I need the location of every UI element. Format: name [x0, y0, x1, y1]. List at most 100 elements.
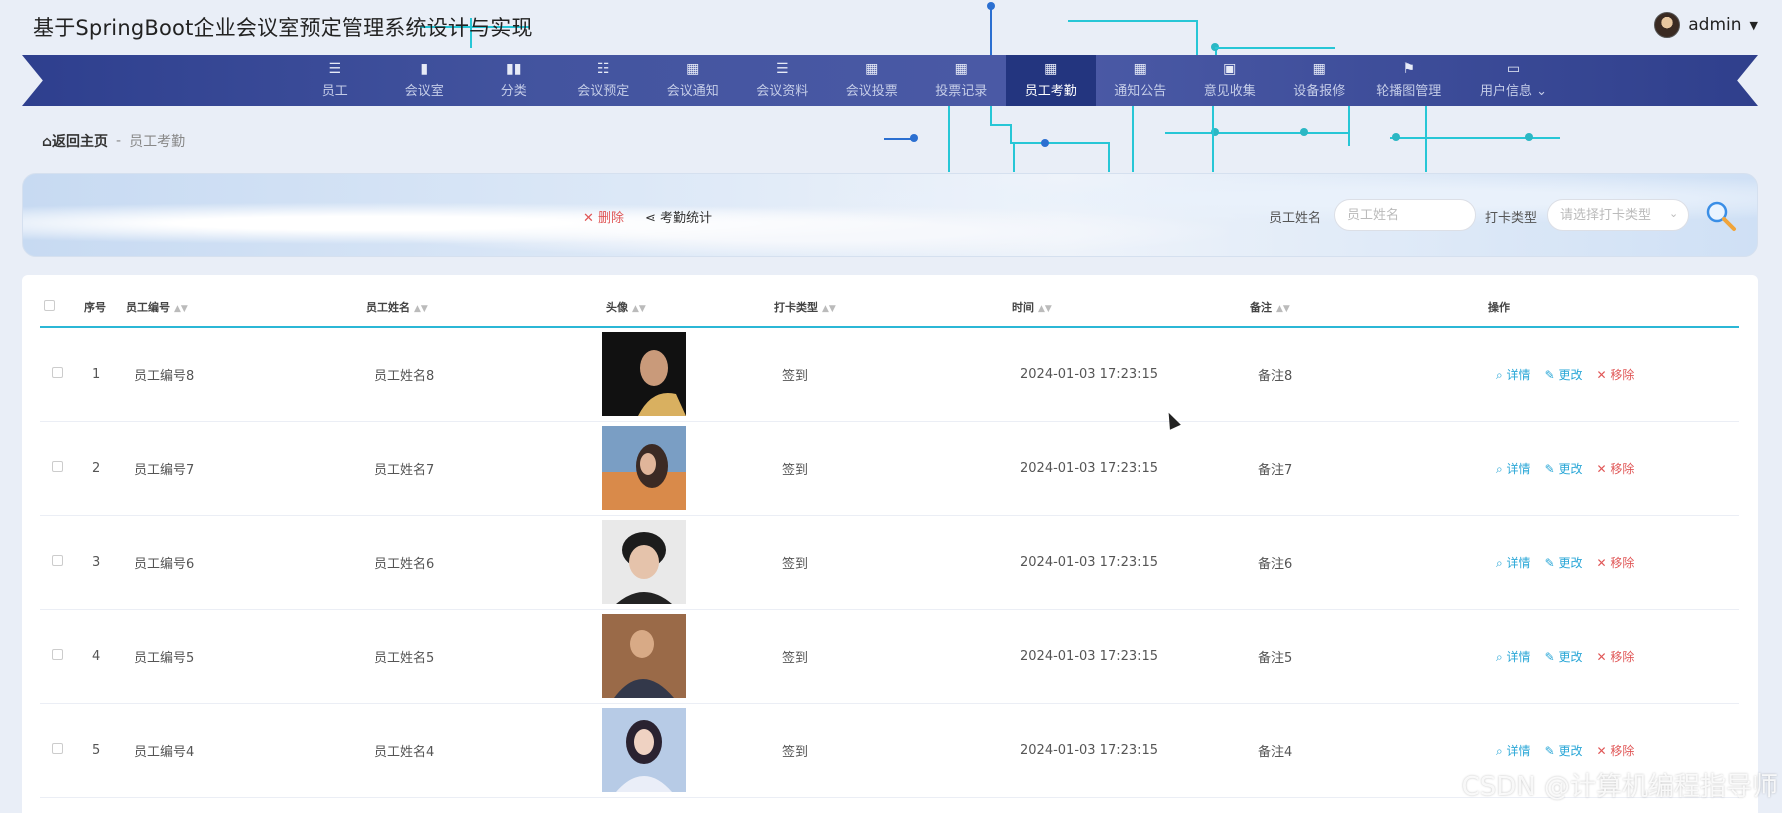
detail-button[interactable]: ⌕ 详情 — [1496, 460, 1531, 477]
breadcrumb-home[interactable]: ⌂返回主页 — [42, 131, 108, 151]
employee-photo[interactable] — [602, 708, 686, 792]
select-all-checkbox[interactable] — [40, 287, 80, 328]
nav-item-meeting-booking[interactable]: ☷ 会议预定 — [559, 55, 649, 106]
edit-button[interactable]: ✎ 更改 — [1545, 460, 1583, 477]
list-icon: ☰ — [775, 61, 789, 77]
nav-item-meeting-vote[interactable]: ▦ 会议投票 — [827, 55, 917, 106]
nav-item-label: 会议预定 — [577, 84, 630, 99]
remove-button[interactable]: ✕ 移除 — [1596, 554, 1634, 571]
delete-button[interactable]: ✕ 删除 — [583, 207, 624, 226]
table-header-row: 序号 员工编号 ▲▼ 员工姓名 ▲▼ 头像 ▲▼ 打卡类型 ▲▼ 时间 ▲▼ 备注 ▲▼ 操… — [40, 287, 1739, 328]
cell-punch-type: 签到 — [770, 421, 1008, 516]
home-icon: ⌂ — [42, 134, 53, 150]
employee-photo[interactable] — [602, 332, 686, 417]
sort-icon: ▲▼ — [1276, 303, 1290, 314]
detail-button[interactable]: ⌕ 详情 — [1496, 366, 1531, 383]
cell-time: 2024-01-03 17:23:15 — [1008, 421, 1246, 516]
cell-no: 1 — [80, 327, 122, 422]
grid-icon: ▦ — [1133, 61, 1147, 77]
row-checkbox[interactable] — [40, 609, 80, 704]
employee-name-label: 员工姓名 — [1269, 211, 1322, 226]
attendance-stats-button[interactable]: ⋖ 考勤统计 — [645, 207, 712, 226]
nav-item-label: 会议通知 — [666, 84, 719, 99]
cell-time: 2024-01-03 17:23:15 — [1008, 609, 1246, 704]
sort-icon: ▲▼ — [822, 303, 836, 314]
nav-item-label: 员工 — [321, 84, 348, 99]
edit-button[interactable]: ✎ 更改 — [1545, 366, 1583, 383]
detail-button[interactable]: ⌕ 详情 — [1496, 648, 1531, 665]
remove-button[interactable]: ✕ 移除 — [1596, 742, 1634, 759]
nav-item-meeting-notice[interactable]: ▦ 会议通知 — [648, 55, 738, 106]
nav-item-label: 通知公告 — [1114, 84, 1167, 99]
chevron-down-icon: ⌄ — [1536, 84, 1548, 99]
detail-button[interactable]: ⌕ 详情 — [1496, 554, 1531, 571]
nav-item-label: 投票记录 — [935, 84, 988, 99]
table-row: 4 员工编号5 员工姓名5 签到 2024-01-03 17:23:15 备注5… — [40, 609, 1739, 704]
detail-button[interactable]: ⌕ 详情 — [1496, 742, 1531, 759]
nav-item-meeting-room[interactable]: ▮ 会议室 — [380, 55, 470, 106]
nav-item-attendance[interactable]: ▦ 员工考勤 — [1006, 55, 1096, 106]
nav-item-label: 会议室 — [404, 84, 444, 99]
edit-button[interactable]: ✎ 更改 — [1545, 648, 1583, 665]
row-checkbox[interactable] — [40, 515, 80, 610]
close-icon: ✕ — [583, 211, 594, 226]
col-header[interactable]: 备注 ▲▼ — [1246, 287, 1484, 328]
table-row: 3 员工编号6 员工姓名6 签到 2024-01-03 17:23:15 备注6 — [40, 515, 1739, 610]
cell-time: 2024-01-03 17:23:15 — [1008, 703, 1246, 798]
edit-button[interactable]: ✎ 更改 — [1545, 742, 1583, 759]
nav-item-meeting-material[interactable]: ☰ 会议资料 — [738, 55, 828, 106]
grid-icon: ▦ — [865, 61, 879, 77]
nav-item-label: 用户信息 ⌄ — [1479, 84, 1548, 99]
col-header: 序号 — [80, 287, 122, 328]
row-checkbox[interactable] — [40, 327, 80, 422]
row-checkbox[interactable] — [40, 421, 80, 516]
nav-item-employee[interactable]: ☰ 员工 — [290, 55, 380, 106]
cell-avatar — [602, 515, 770, 610]
col-header[interactable]: 员工编号 ▲▼ — [122, 287, 362, 328]
nav-item-label: 会议投票 — [845, 84, 898, 99]
search-icon[interactable] — [1703, 198, 1737, 232]
cell-no: 4 — [80, 609, 122, 704]
tablet-icon: ▮ — [420, 61, 429, 77]
punch-type-select[interactable] — [1547, 199, 1689, 231]
employee-photo[interactable] — [602, 520, 686, 604]
grid-icon: ▦ — [1312, 61, 1326, 77]
user-menu[interactable]: admin ▼ — [1654, 12, 1758, 38]
sort-icon: ▲▼ — [632, 303, 646, 314]
breadcrumb-separator: - — [116, 133, 122, 149]
caret-down-icon: ▼ — [1749, 18, 1758, 32]
nav-item-carousel[interactable]: ⚑ 轮播图管理 — [1364, 55, 1454, 106]
cell-emp-no: 员工编号5 — [122, 609, 362, 704]
sliders-icon: ☷ — [596, 61, 610, 77]
nav-item-feedback[interactable]: ▣ 意见收集 — [1185, 55, 1275, 106]
col-header[interactable]: 时间 ▲▼ — [1008, 287, 1246, 328]
nav-item-announcement[interactable]: ▦ 通知公告 — [1096, 55, 1186, 106]
row-checkbox[interactable] — [40, 703, 80, 798]
remove-button[interactable]: ✕ 移除 — [1596, 366, 1634, 383]
edit-button[interactable]: ✎ 更改 — [1545, 554, 1583, 571]
col-header[interactable]: 打卡类型 ▲▼ — [770, 287, 1008, 328]
employee-name-input[interactable] — [1334, 199, 1476, 231]
remove-button[interactable]: ✕ 移除 — [1596, 648, 1634, 665]
col-header[interactable]: 员工姓名 ▲▼ — [362, 287, 602, 328]
cell-note: 备注4 — [1246, 703, 1484, 798]
nav-item-vote-record[interactable]: ▦ 投票记录 — [917, 55, 1007, 106]
breadcrumb: ⌂返回主页 - 员工考勤 — [42, 131, 185, 151]
cell-actions: ⌕ 详情 ✎ 更改 ✕ 移除 — [1484, 421, 1739, 516]
remove-button[interactable]: ✕ 移除 — [1596, 460, 1634, 477]
chevron-down-icon: ⌄ — [1669, 207, 1679, 220]
table-row: 2 员工编号7 员工姓名7 签到 2024-01-03 17:23:15 备注7 — [40, 421, 1739, 516]
sort-icon: ▲▼ — [174, 303, 188, 314]
employee-photo[interactable] — [602, 426, 686, 510]
cell-avatar — [602, 703, 770, 798]
nav-item-repair[interactable]: ▦ 设备报修 — [1275, 55, 1365, 106]
cell-emp-name: 员工姓名6 — [362, 515, 602, 610]
cell-note: 备注5 — [1246, 609, 1484, 704]
grid-icon: ▦ — [954, 61, 968, 77]
col-header[interactable]: 头像 ▲▼ — [602, 287, 770, 328]
nav-item-category[interactable]: ▮▮ 分类 — [469, 55, 559, 106]
nav-item-label: 员工考勤 — [1024, 84, 1077, 99]
employee-photo[interactable] — [602, 614, 686, 698]
nav-item-label: 轮播图管理 — [1376, 84, 1442, 99]
nav-item-user-info[interactable]: ▭ 用户信息 ⌄ — [1454, 55, 1574, 106]
